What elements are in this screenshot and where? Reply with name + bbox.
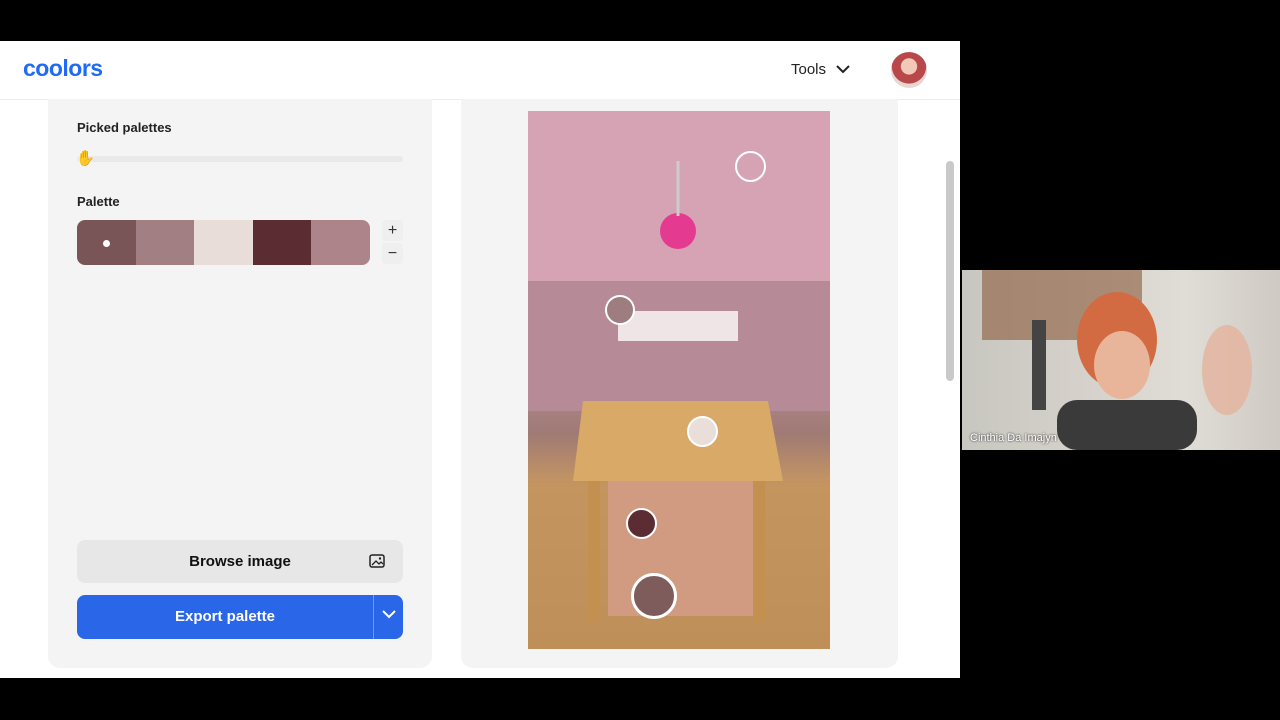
remove-color-button[interactable]: − — [382, 243, 403, 264]
tools-label: Tools — [791, 61, 827, 78]
browse-image-button[interactable]: Browse image — [77, 540, 403, 583]
export-palette-button[interactable]: Export palette — [77, 595, 403, 639]
selected-dot-icon — [103, 239, 111, 247]
palette-swatches — [77, 220, 370, 265]
color-picker-handle-2[interactable] — [605, 295, 635, 325]
palette-swatch-1[interactable] — [77, 220, 136, 265]
palette-swatch-2[interactable] — [135, 220, 195, 265]
video-call-thumbnail: Cinthia Da Imajyn — [962, 270, 1280, 450]
color-picker-handle-3[interactable] — [687, 416, 718, 447]
picked-palettes-label: Picked palettes — [77, 120, 172, 135]
palette-label: Palette — [77, 194, 120, 209]
browse-image-label: Browse image — [189, 553, 291, 570]
chevron-down-icon[interactable] — [382, 610, 396, 619]
palette-swatch-3[interactable] — [194, 220, 253, 265]
uploaded-room-photo — [528, 111, 830, 649]
add-color-button[interactable]: + — [382, 220, 403, 241]
palette-sidebar: Picked palettes ✋ Palette + − Browse ima… — [48, 99, 432, 668]
color-picker-handle-active[interactable] — [631, 573, 677, 619]
tools-menu-button[interactable]: Tools — [791, 61, 850, 78]
image-preview-panel — [461, 99, 898, 668]
participant-video-illustration — [982, 270, 1252, 450]
chevron-down-icon — [836, 65, 850, 74]
user-avatar[interactable] — [891, 52, 927, 88]
top-navigation-bar: coolors Tools — [0, 41, 960, 100]
color-picker-handle-4[interactable] — [626, 508, 657, 539]
room-photo-illustration — [528, 111, 830, 649]
coolors-logo[interactable]: coolors — [23, 55, 103, 82]
coolors-app-window: coolors Tools Picked palettes ✋ Palette … — [0, 41, 960, 678]
image-icon — [369, 554, 385, 568]
palette-swatch-4[interactable] — [252, 220, 312, 265]
button-divider — [373, 595, 374, 639]
picked-palettes-slider[interactable] — [77, 156, 403, 162]
export-palette-label: Export palette — [174, 608, 276, 625]
color-picker-handle-1[interactable] — [735, 151, 766, 182]
participant-name: Cinthia Da Imajyn — [970, 432, 1057, 444]
hand-cursor-icon[interactable]: ✋ — [76, 149, 95, 167]
page-scrollbar[interactable] — [946, 161, 954, 381]
palette-swatch-5[interactable] — [311, 220, 370, 265]
